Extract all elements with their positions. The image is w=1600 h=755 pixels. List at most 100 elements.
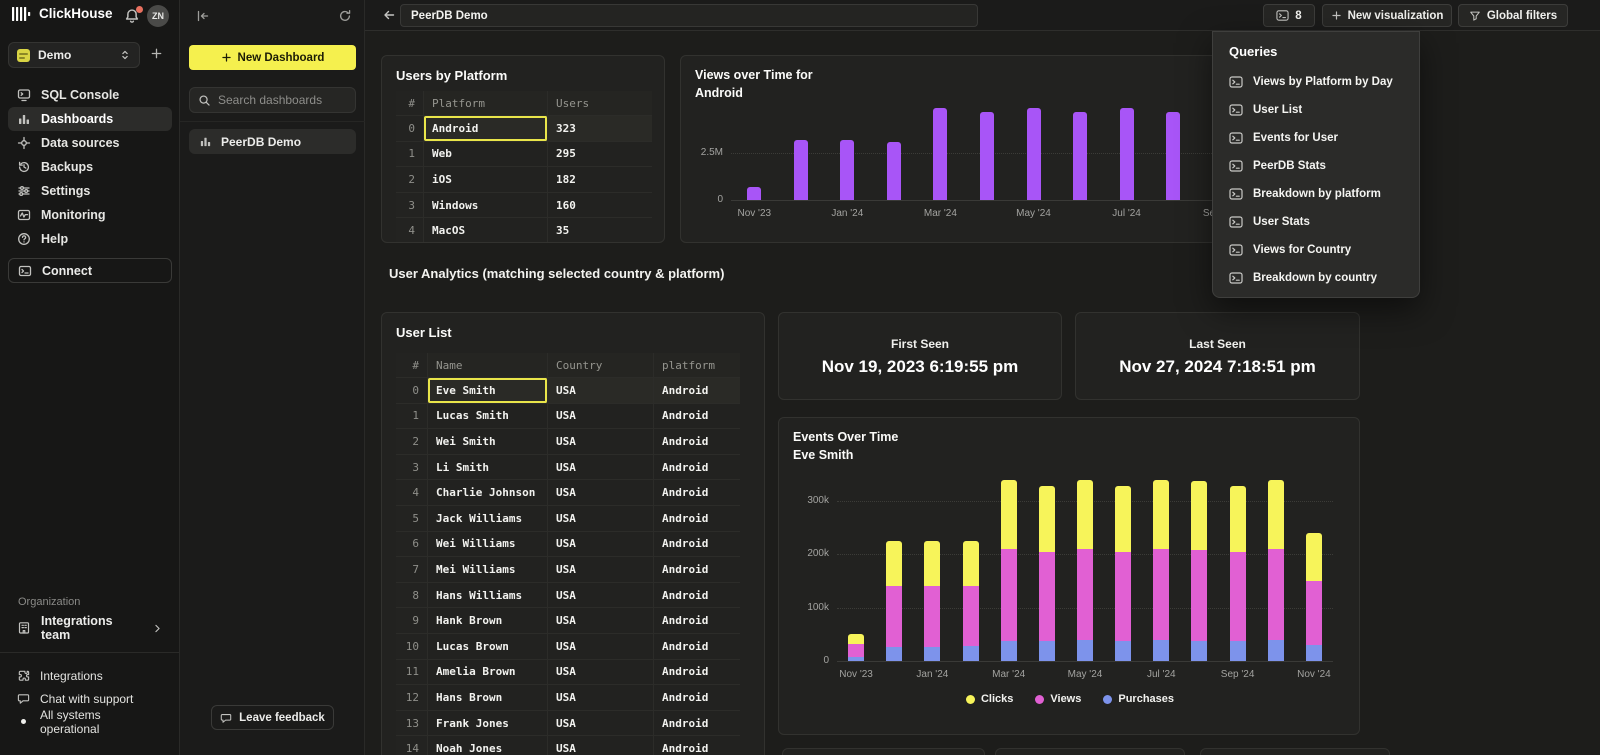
bar-segment-views[interactable]	[1039, 552, 1055, 641]
table-row[interactable]: 3Windows160	[396, 193, 652, 219]
bar-segment-purchases[interactable]	[924, 647, 940, 661]
partial-card[interactable]	[782, 748, 985, 755]
query-menu-item[interactable]: Views for Country	[1219, 236, 1415, 264]
table-cell[interactable]: Hank Brown	[428, 608, 548, 633]
table-cell[interactable]: USA	[548, 378, 654, 403]
table-cell[interactable]: USA	[548, 736, 654, 755]
integrations-item[interactable]: Integrations	[8, 664, 172, 687]
connect-button[interactable]: Connect	[8, 258, 172, 283]
bar[interactable]	[747, 187, 761, 200]
queries-count-button[interactable]: 8	[1263, 4, 1315, 27]
bar-segment-views[interactable]	[924, 586, 940, 646]
table-cell[interactable]: Noah Jones	[428, 736, 548, 755]
table-cell[interactable]: Android	[654, 685, 740, 710]
column-header[interactable]: platform	[654, 353, 740, 377]
table-row[interactable]: 5Jack WilliamsUSAAndroid	[396, 506, 740, 532]
bar-segment-clicks[interactable]	[924, 541, 940, 586]
bar[interactable]	[1027, 108, 1041, 200]
table-cell[interactable]: USA	[548, 685, 654, 710]
table-cell[interactable]: 3	[396, 455, 428, 480]
table-row[interactable]: 2iOS182	[396, 167, 652, 193]
bar-segment-views[interactable]	[1153, 549, 1169, 640]
bar-segment-clicks[interactable]	[1268, 480, 1284, 549]
table-row[interactable]: 1Web295	[396, 142, 652, 168]
bar-segment-clicks[interactable]	[1191, 481, 1207, 550]
table-cell[interactable]: 6	[396, 532, 428, 557]
table-cell[interactable]: 2	[396, 429, 428, 454]
table-cell[interactable]: Android	[654, 378, 740, 403]
table-row[interactable]: 0Eve SmithUSAAndroid	[396, 378, 740, 404]
table-row[interactable]: 13Frank JonesUSAAndroid	[396, 711, 740, 737]
bar-segment-purchases[interactable]	[1077, 640, 1093, 661]
table-row[interactable]: 9Hank BrownUSAAndroid	[396, 608, 740, 634]
leave-feedback-button[interactable]: Leave feedback	[211, 705, 334, 730]
table-cell[interactable]: USA	[548, 404, 654, 429]
table-cell[interactable]: 10	[396, 634, 428, 659]
workspace-selector[interactable]: Demo	[8, 42, 140, 68]
bar[interactable]	[980, 112, 994, 200]
table-row[interactable]: 6Wei WilliamsUSAAndroid	[396, 532, 740, 558]
table-cell[interactable]: 14	[396, 736, 428, 755]
bar-segment-views[interactable]	[963, 586, 979, 646]
table-cell[interactable]: USA	[548, 532, 654, 557]
bar-segment-purchases[interactable]	[1039, 641, 1055, 661]
dashboard-list-item[interactable]: PeerDB Demo	[189, 129, 356, 154]
table-cell[interactable]: 3	[396, 193, 424, 218]
bar-segment-purchases[interactable]	[1306, 645, 1322, 661]
table-cell[interactable]: Amelia Brown	[428, 660, 548, 685]
query-menu-item[interactable]: User List	[1219, 96, 1415, 124]
legend-item[interactable]: Views	[1035, 693, 1081, 705]
table-row[interactable]: 2Wei SmithUSAAndroid	[396, 429, 740, 455]
new-dashboard-button[interactable]: New Dashboard	[189, 45, 356, 70]
table-row[interactable]: 8Hans WilliamsUSAAndroid	[396, 583, 740, 609]
table-cell[interactable]: 0	[396, 378, 428, 403]
table-row[interactable]: 4MacOS35	[396, 218, 652, 243]
dashboard-title-input[interactable]	[400, 4, 978, 27]
table-cell[interactable]: Wei Smith	[428, 429, 548, 454]
search-input[interactable]	[218, 93, 347, 107]
sidebar-item-settings[interactable]: Settings	[8, 179, 172, 203]
table-cell[interactable]: Android	[654, 455, 740, 480]
table-row[interactable]: 14Noah JonesUSAAndroid	[396, 736, 740, 755]
table-cell[interactable]: MacOS	[424, 218, 548, 243]
sidebar-item-sql-console[interactable]: SQL Console	[8, 83, 172, 107]
table-cell[interactable]: Android	[654, 480, 740, 505]
bar-segment-clicks[interactable]	[1001, 480, 1017, 549]
table-cell[interactable]: Jack Williams	[428, 506, 548, 531]
table-cell[interactable]: Web	[424, 142, 548, 167]
table-cell[interactable]: iOS	[424, 167, 548, 192]
query-menu-item[interactable]: Breakdown by platform	[1219, 180, 1415, 208]
bar[interactable]	[887, 142, 901, 200]
table-cell[interactable]: 0	[396, 116, 424, 141]
add-service-button[interactable]	[150, 47, 163, 60]
table-cell[interactable]: 12	[396, 685, 428, 710]
bar[interactable]	[794, 140, 808, 200]
collapse-sidebar-icon[interactable]	[196, 9, 210, 23]
bar-segment-views[interactable]	[1191, 550, 1207, 641]
bar[interactable]	[1166, 112, 1180, 200]
bar[interactable]	[933, 108, 947, 200]
bar-segment-purchases[interactable]	[963, 646, 979, 661]
table-cell[interactable]: 13	[396, 711, 428, 736]
table-cell[interactable]: Android	[654, 711, 740, 736]
query-menu-item[interactable]: Views by Platform by Day	[1219, 68, 1415, 96]
table-row[interactable]: 11Amelia BrownUSAAndroid	[396, 660, 740, 686]
bar-segment-clicks[interactable]	[848, 634, 864, 644]
table-cell[interactable]: Windows	[424, 193, 548, 218]
table-row[interactable]: 0Android323	[396, 116, 652, 142]
table-cell[interactable]: Hans Williams	[428, 583, 548, 608]
table-cell[interactable]: 1	[396, 142, 424, 167]
refresh-icon[interactable]	[338, 9, 352, 23]
legend-item[interactable]: Clicks	[966, 693, 1013, 705]
table-cell[interactable]: Charlie Johnson	[428, 480, 548, 505]
table-cell[interactable]: Android	[654, 634, 740, 659]
table-cell[interactable]: Android	[654, 557, 740, 582]
table-cell[interactable]: Android	[654, 404, 740, 429]
table-cell[interactable]: USA	[548, 557, 654, 582]
table-cell[interactable]: Hans Brown	[428, 685, 548, 710]
bar-segment-views[interactable]	[1306, 581, 1322, 645]
bar-segment-purchases[interactable]	[1230, 641, 1246, 661]
table-cell[interactable]: 1	[396, 404, 428, 429]
column-header[interactable]: #	[396, 353, 428, 377]
table-cell[interactable]: Android	[654, 506, 740, 531]
